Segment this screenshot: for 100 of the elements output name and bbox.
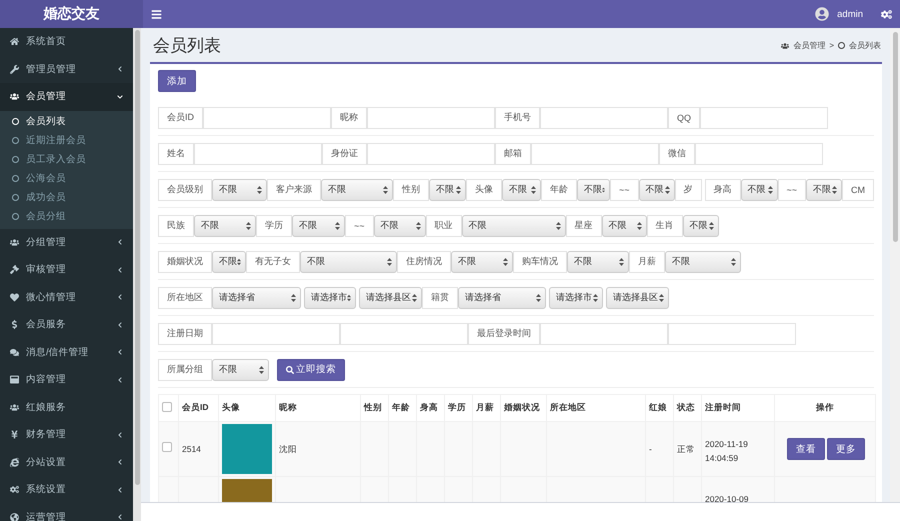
field-label: 购车情况 <box>513 250 567 272</box>
input-field[interactable] <box>367 142 495 164</box>
circle-icon <box>12 136 19 144</box>
sidebar-item[interactable]: 内容管理 <box>0 366 133 394</box>
dropdown[interactable]: 不限 <box>292 214 345 236</box>
field-label: 生肖 <box>646 214 683 236</box>
sort-arrows-icon <box>556 222 561 230</box>
dropdown[interactable]: 不限 <box>740 178 778 200</box>
input-field[interactable] <box>367 106 495 128</box>
sort-arrows-icon <box>416 222 421 230</box>
dropdown[interactable]: 不限 <box>682 214 719 236</box>
sidebar-item[interactable]: 分组管理 <box>0 228 133 256</box>
sort-arrows-icon <box>593 294 598 302</box>
wrench-icon <box>10 64 19 74</box>
circle-icon <box>12 174 19 182</box>
input-field[interactable] <box>540 106 668 128</box>
breadcrumb-link[interactable]: 会员管理 <box>793 40 826 51</box>
submenu-item[interactable]: 成功会员 <box>0 188 133 206</box>
dropdown[interactable]: 不限 <box>462 214 566 236</box>
menu-icon[interactable] <box>151 8 162 20</box>
dropdown[interactable]: 不限 <box>602 214 647 236</box>
sort-arrows-icon <box>619 258 624 266</box>
sidebar-item[interactable]: 审核管理 <box>0 256 133 284</box>
sidebar-item[interactable]: 系统首页 <box>0 28 133 56</box>
user-name[interactable]: admin <box>837 8 863 20</box>
input-field[interactable] <box>668 322 796 344</box>
dropdown[interactable]: 不限 <box>451 250 513 272</box>
sidebar-item[interactable]: 消息/信件管理 <box>0 338 133 366</box>
dropdown[interactable]: 不限 <box>212 250 246 272</box>
dropdown[interactable]: 请选择市 <box>549 286 603 308</box>
sidebar-item[interactable]: 系统设置 <box>0 476 133 504</box>
submenu-item[interactable]: 公海会员 <box>0 168 133 188</box>
submenu-item[interactable]: 会员列表 <box>0 112 133 130</box>
dropdown[interactable]: 不限 <box>806 178 842 200</box>
dropdown[interactable]: 不限 <box>577 178 610 200</box>
table-cell: 2020-11-19 14:04:59 <box>702 422 774 476</box>
sidebar-item[interactable]: 财务管理 <box>0 421 133 448</box>
chevron-down-icon <box>117 94 123 100</box>
dropdown[interactable]: 请选择市 <box>304 286 356 308</box>
submenu-item[interactable]: 员工录入会员 <box>0 150 133 168</box>
dropdown[interactable]: 请选择县区 <box>606 286 669 308</box>
settings-icon[interactable] <box>881 8 892 20</box>
field-label: QQ <box>668 106 700 128</box>
gavel-icon <box>10 265 19 274</box>
sidebar-item[interactable]: 红娘服务 <box>0 394 133 421</box>
dropdown[interactable]: 不限 <box>212 178 267 200</box>
dropdown[interactable]: 不限 <box>502 178 541 200</box>
input-field[interactable] <box>194 142 322 164</box>
dropdown[interactable]: 不限 <box>194 214 256 236</box>
input-field[interactable] <box>203 106 331 128</box>
sort-arrows-icon <box>237 258 241 266</box>
field-label: 头像 <box>466 178 502 200</box>
chevron-left-icon <box>117 349 123 356</box>
heart-icon <box>10 292 19 302</box>
sidebar-item[interactable]: 会员管理 <box>0 83 133 110</box>
input-field[interactable] <box>212 322 340 344</box>
submenu-item[interactable]: 会员分组 <box>0 206 133 226</box>
sort-arrows-icon <box>664 186 670 194</box>
dropdown[interactable]: 不限 <box>374 214 426 236</box>
field-label: ~~ <box>610 178 639 200</box>
field-label: 学历 <box>256 214 292 236</box>
field-label: 民族 <box>158 214 194 236</box>
table-cell: 2020-10-09 <box>702 476 774 502</box>
sort-arrows-icon <box>383 186 388 194</box>
sidebar-item[interactable]: 会员服务 <box>0 311 133 338</box>
checkbox[interactable] <box>162 402 172 412</box>
input-field[interactable] <box>340 322 468 344</box>
dropdown[interactable]: 请选择省 <box>458 286 546 308</box>
circle-icon <box>12 118 19 124</box>
input-field[interactable] <box>531 142 659 164</box>
field-label: CM <box>842 178 874 200</box>
yen-icon <box>10 430 19 440</box>
input-field[interactable] <box>695 142 823 164</box>
dropdown[interactable]: 不限 <box>212 358 269 380</box>
field-label: 身份证 <box>322 142 367 164</box>
sidebar-item[interactable]: 运营管理 <box>0 504 133 521</box>
users-icon <box>10 402 19 412</box>
input-field[interactable] <box>540 322 668 344</box>
sidebar-item[interactable]: 微心情管理 <box>0 284 133 311</box>
sort-arrows-icon <box>602 186 605 194</box>
avatar-icon[interactable] <box>815 7 830 21</box>
circle-icon <box>838 42 845 49</box>
sidebar-item[interactable]: 管理员管理 <box>0 56 133 83</box>
dropdown[interactable]: 不限 <box>300 250 397 272</box>
dropdown[interactable]: 不限 <box>665 250 741 272</box>
add-button[interactable]: 添加 <box>158 70 196 92</box>
input-field[interactable] <box>700 106 828 128</box>
more-button[interactable]: 更多 <box>827 438 865 460</box>
dropdown[interactable]: 不限 <box>321 178 393 200</box>
dropdown[interactable]: 不限 <box>638 178 675 200</box>
view-button[interactable]: 查看 <box>787 438 825 460</box>
dropdown[interactable]: 不限 <box>567 250 629 272</box>
checkbox[interactable] <box>162 442 172 452</box>
submenu-item[interactable]: 近期注册会员 <box>0 130 133 150</box>
search-button[interactable]: 立即搜索 <box>277 358 345 380</box>
dropdown[interactable]: 请选择省 <box>212 286 301 308</box>
dropdown[interactable]: 不限 <box>429 178 466 200</box>
sidebar-item[interactable]: 分站设置 <box>0 448 133 476</box>
dropdown[interactable]: 请选择县区 <box>359 286 422 308</box>
sort-arrows-icon <box>347 294 351 302</box>
